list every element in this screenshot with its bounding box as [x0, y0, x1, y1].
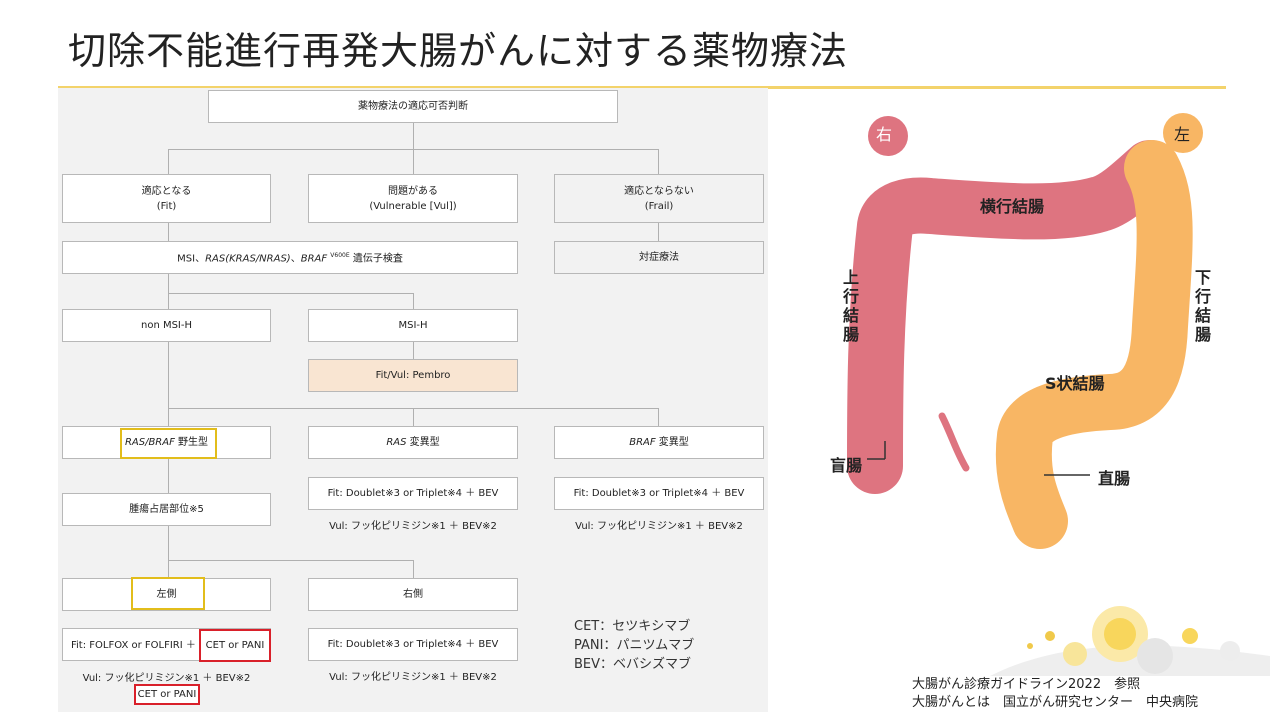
ras-fit-regimen: Fit: Doublet※3 or Triplet※4 ＋ BEV	[308, 477, 518, 510]
tumor-site-label: 腫瘍占居部位※5	[129, 504, 204, 515]
vul-sub-label: (Vulnerable [Vul])	[369, 200, 457, 212]
ras-vul-regimen-label: Vul: フッ化ピリミジン※1 ＋ BEV※2	[329, 521, 497, 532]
legend-pani: PANI：パニツムマブ	[574, 638, 695, 653]
frail-sub-label: (Frail)	[644, 200, 674, 212]
braf-fit-regimen: Fit: Doublet※3 or Triplet※4 ＋ BEV	[554, 477, 764, 510]
pembro-node: Fit/Vul: Pembro	[308, 359, 518, 392]
transverse-colon-label: 横行結腸	[980, 197, 1045, 216]
abbreviation-legend: CET：セツキシマブ PANI：パニツムマブ BEV：ベバシズマブ	[574, 617, 694, 674]
yellow-highlight-wild	[120, 428, 217, 459]
yellow-highlight-left	[131, 577, 205, 610]
right-vul-regimen-label: Vul: フッ化ピリミジン※1 ＋ BEV※2	[329, 672, 497, 683]
braf-mutant-label: BRAF 変異型	[629, 437, 689, 448]
fit-label: 適応となる	[141, 185, 192, 197]
ras-mutant-label: RAS 変異型	[386, 437, 440, 448]
rectum-label: 直腸	[1098, 469, 1131, 488]
braf-fit-regimen-label: Fit: Doublet※3 or Triplet※4 ＋ BEV	[573, 488, 745, 499]
genetic-test-label: MSI、RAS(KRAS/NRAS)、BRAF V600E 遺伝子検査	[177, 252, 403, 265]
msi-h-label: MSI-H	[398, 320, 428, 331]
pembro-label: Fit/Vul: Pembro	[375, 370, 451, 381]
left-fit-regimen-label: Fit: FOLFOX or FOLFIRI ＋	[71, 640, 196, 651]
legend-bev: BEV：ベバシズマブ	[574, 657, 692, 672]
right-fit-regimen: Fit: Doublet※3 or Triplet※4 ＋ BEV	[308, 628, 518, 661]
slide-title: 切除不能進行再発大腸がんに対する薬物療法	[68, 29, 849, 73]
fit-sub-label: (Fit)	[156, 200, 177, 212]
braf-vul-regimen: Vul: フッ化ピリミジン※1 ＋ BEV※2	[554, 510, 764, 543]
source-line-2: 大腸がんとは 国立がん研究センター 中央病院	[912, 695, 1199, 710]
genetic-test-node: MSI、RAS(KRAS/NRAS)、BRAF V600E 遺伝子検査	[62, 241, 518, 274]
vulnerable-node: 問題がある (Vulnerable [Vul])	[308, 174, 518, 223]
root-node: 薬物療法の適応可否判断	[208, 90, 618, 123]
flower-decoration	[990, 606, 1270, 676]
braf-mutant-node: BRAF 変異型	[554, 426, 764, 459]
fit-node: 適応となる (Fit)	[62, 174, 271, 223]
cet-pani-vul-label: CET or PANI	[137, 689, 197, 700]
root-label: 薬物療法の適応可否判断	[358, 101, 468, 112]
right-badge-label: 右	[876, 125, 893, 144]
non-msi-h-label: non MSI-H	[140, 320, 193, 331]
right-side-node: 右側	[308, 578, 518, 611]
ras-vul-regimen: Vul: フッ化ピリミジン※1 ＋ BEV※2	[308, 510, 518, 543]
symptomatic-label: 対症療法	[639, 252, 679, 263]
non-msi-h-node: non MSI-H	[62, 309, 271, 342]
right-fit-regimen-label: Fit: Doublet※3 or Triplet※4 ＋ BEV	[327, 639, 499, 650]
braf-vul-regimen-label: Vul: フッ化ピリミジン※1 ＋ BEV※2	[575, 521, 743, 532]
cecum-label: 盲腸	[830, 456, 863, 475]
vul-label: 問題がある	[388, 185, 438, 197]
frail-label: 適応とならない	[624, 185, 694, 197]
right-vul-regimen: Vul: フッ化ピリミジン※1 ＋ BEV※2	[308, 661, 518, 694]
cet-pani-highlight-vul: CET or PANI	[134, 684, 200, 705]
ras-fit-regimen-label: Fit: Doublet※3 or Triplet※4 ＋ BEV	[327, 488, 499, 499]
source-line-1: 大腸がん診療ガイドライン2022 参照	[912, 677, 1141, 692]
cet-pani-highlight-fit: CET or PANI	[199, 629, 271, 662]
tumor-site-node: 腫瘍占居部位※5	[62, 493, 271, 526]
frail-node: 適応とならない (Frail)	[554, 174, 764, 223]
colon-illustration	[847, 113, 1203, 549]
ascending-colon-label: 上行結腸	[842, 268, 859, 344]
sigmoid-colon-label: S状結腸	[1045, 374, 1105, 393]
ras-mutant-node: RAS 変異型	[308, 426, 518, 459]
left-badge-label: 左	[1174, 125, 1191, 144]
msi-h-node: MSI-H	[308, 309, 518, 342]
symptomatic-therapy-node: 対症療法	[554, 241, 764, 274]
legend-cet: CET：セツキシマブ	[574, 619, 691, 634]
cet-pani-fit-label: CET or PANI	[205, 640, 265, 651]
source-citation: 大腸がん診療ガイドライン2022 参照 大腸がんとは 国立がん研究センター 中央…	[912, 676, 1198, 712]
descending-colon-label: 下行結腸	[1194, 268, 1211, 344]
right-side-label: 右側	[403, 589, 423, 600]
